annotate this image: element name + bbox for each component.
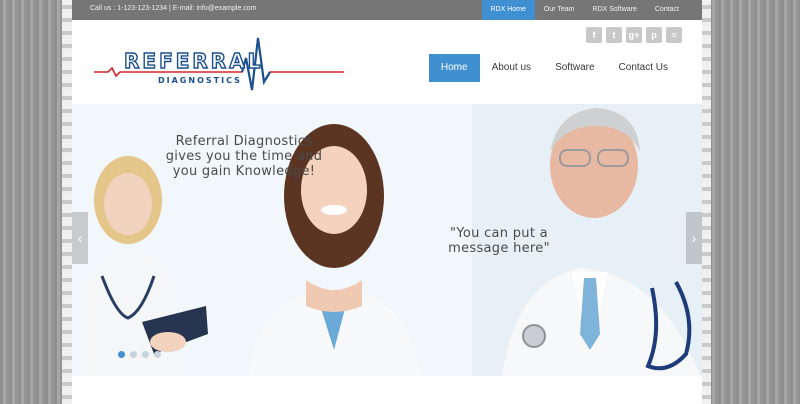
nav-contact-us[interactable]: Contact Us (607, 54, 680, 82)
googleplus-icon[interactable]: g+ (626, 27, 642, 43)
logo-subtext: DIAGNOSTICS (158, 76, 242, 85)
top-bar: Call us : 1-123-123-1234 | E-mail: info@… (72, 0, 702, 20)
slider-next-arrow[interactable]: › (686, 212, 702, 264)
contact-info: Call us : 1-123-123-1234 | E-mail: info@… (90, 5, 257, 12)
top-nav-rdx-home[interactable]: RDX Home (481, 0, 535, 20)
site-header: REFERRAL DIAGNOSTICS f t g+ p ≈ Home Abo… (72, 20, 702, 104)
page-container: Call us : 1-123-123-1234 | E-mail: info@… (72, 0, 702, 404)
main-nav: Home About us Software Contact Us (428, 54, 680, 82)
slider-dot[interactable] (154, 351, 161, 358)
slider-dot[interactable] (130, 351, 137, 358)
slider-dot[interactable] (142, 351, 149, 358)
logo-graphic: REFERRAL DIAGNOSTICS (94, 37, 344, 91)
top-nav-our-team[interactable]: Our Team (535, 0, 584, 20)
pinterest-icon[interactable]: p (646, 27, 662, 43)
twitter-icon[interactable]: t (606, 27, 622, 43)
rss-icon[interactable]: ≈ (666, 27, 682, 43)
top-nav-contact[interactable]: Contact (646, 0, 688, 20)
slider-prev-arrow[interactable]: ‹ (72, 212, 88, 264)
slider-dot[interactable] (118, 351, 125, 358)
nav-about-us[interactable]: About us (480, 54, 543, 82)
hero-slider[interactable]: Referral Diagnostics gives you the time … (72, 104, 702, 376)
facebook-icon[interactable]: f (586, 27, 602, 43)
logo-text: REFERRAL (124, 49, 263, 73)
right-grunge-border (700, 0, 800, 404)
nav-software[interactable]: Software (543, 54, 606, 82)
top-nav-rdx-software[interactable]: RDX Software (584, 0, 646, 20)
right-torn-edge (701, 0, 711, 404)
slider-caption-secondary: "You can put a message here" (448, 226, 550, 256)
slider-pagination (118, 351, 161, 358)
top-nav: RDX Home Our Team RDX Software Contact (481, 0, 689, 20)
social-links: f t g+ p ≈ (586, 27, 682, 43)
site-logo[interactable]: REFERRAL DIAGNOSTICS (94, 30, 344, 96)
nav-home[interactable]: Home (428, 54, 480, 82)
left-torn-edge (62, 0, 72, 404)
content-section (72, 376, 702, 404)
slider-caption-primary: Referral Diagnostics gives you the time … (165, 134, 323, 179)
